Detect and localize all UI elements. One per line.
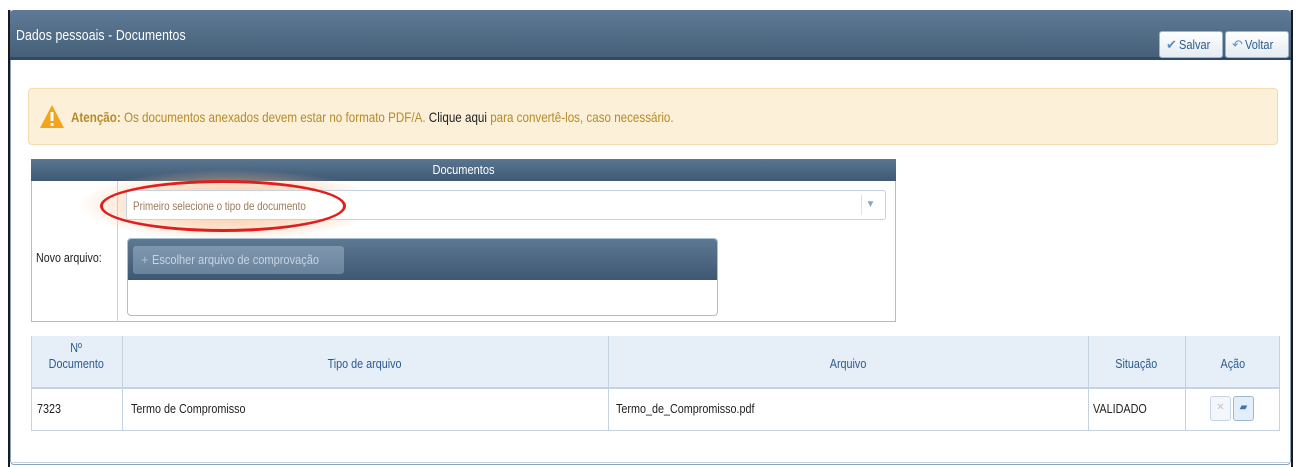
file-upload-area[interactable]: + Escolher arquivo de comprovação (127, 238, 718, 316)
alert-message: Atenção: Os documentos anexados devem es… (71, 109, 674, 125)
close-icon: ✕ (1216, 402, 1225, 413)
alert-body: Os documentos anexados devem estar no fo… (123, 109, 426, 125)
row-file[interactable]: Termo_de_Compromisso.pdf (616, 401, 783, 416)
column-header-action: Ação (1220, 356, 1245, 371)
undo-arrow-icon: ↶ (1232, 37, 1243, 52)
page-top-strip (0, 0, 1300, 10)
plus-icon: + (141, 252, 149, 267)
save-button-label: Salvar (1178, 37, 1211, 52)
save-button[interactable]: ✔ Salvar (1159, 31, 1223, 58)
convert-link[interactable]: Clique aqui (429, 109, 487, 125)
page-right-border (1291, 10, 1293, 467)
new-file-label: Novo arquivo: (36, 250, 102, 265)
warning-triangle-icon (40, 105, 64, 128)
open-file-button[interactable]: ▰ (1233, 396, 1254, 421)
folder-open-icon: ▰ (1239, 402, 1248, 413)
page-left-border (8, 10, 10, 467)
row-status: VALIDADO (1093, 401, 1147, 416)
row-type: Termo de Compromisso (131, 401, 246, 416)
row-number: 7323 (37, 401, 62, 416)
column-header-file: Arquivo (829, 356, 867, 371)
highlight-ring (100, 180, 346, 232)
back-button[interactable]: ↶ Voltar (1225, 31, 1289, 58)
column-divider (1088, 336, 1089, 431)
panel-title-bar: Dados pessoais - Documentos ✔ Salvar ↶ Vol… (10, 10, 1291, 60)
column-divider (122, 336, 123, 431)
choose-file-button[interactable]: + Escolher arquivo de comprovação (133, 246, 344, 274)
column-divider (608, 336, 609, 431)
column-divider (1185, 336, 1186, 431)
documents-table (31, 336, 1280, 431)
column-header-type: Tipo de arquivo (327, 356, 402, 371)
chevron-down-icon[interactable]: ▼ (861, 195, 879, 215)
panel-bottom-border (10, 462, 1291, 463)
column-header-status: Situação (1115, 356, 1158, 371)
choose-file-label: Escolher arquivo de comprovação (152, 252, 320, 267)
page-title: Dados pessoais - Documentos (16, 27, 186, 44)
alert-suffix: para convertê-los, caso necessário. (490, 109, 674, 125)
upload-toolbar: + Escolher arquivo de comprovação (128, 239, 717, 280)
row-divider (31, 388, 1280, 389)
column-header-number: Nº Documento (48, 340, 105, 371)
back-button-label: Voltar (1244, 37, 1274, 52)
pdfa-warning-alert: Atenção: Os documentos anexados devem es… (28, 88, 1278, 145)
check-icon: ✔ (1166, 37, 1177, 52)
alert-prefix: Atenção: (71, 109, 121, 125)
delete-button[interactable]: ✕ (1210, 396, 1231, 421)
